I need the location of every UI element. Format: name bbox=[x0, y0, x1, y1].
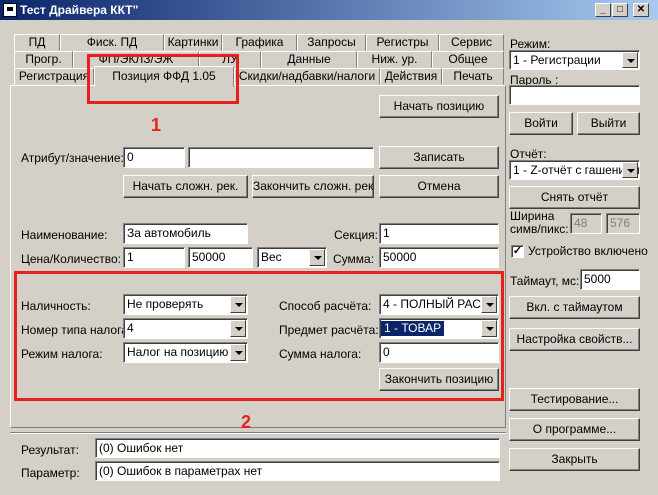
name-input[interactable]: За автомобиль bbox=[123, 223, 248, 244]
tab-progr[interactable]: Прогр. bbox=[14, 51, 73, 68]
result-field: (0) Ошибок нет bbox=[95, 438, 500, 458]
close-window-button[interactable]: ✕ bbox=[633, 3, 649, 17]
tab-data[interactable]: Данные bbox=[261, 51, 357, 68]
tab-graphics[interactable]: Графика bbox=[222, 34, 297, 51]
sum-label: Сумма: bbox=[333, 252, 375, 266]
tax-mode-select[interactable]: Налог на позицию bbox=[123, 342, 248, 363]
attr-text-input[interactable] bbox=[188, 147, 374, 168]
tax-sum-input[interactable]: 0 bbox=[379, 342, 499, 363]
tab-pictures[interactable]: Картинки bbox=[164, 34, 222, 51]
maximize-button[interactable]: □ bbox=[612, 3, 628, 17]
calc-subject-select[interactable]: 1 - ТОВАР bbox=[379, 318, 499, 339]
device-on-label: Устройство включено bbox=[528, 244, 648, 258]
calc-method-label: Способ расчёта: bbox=[279, 299, 372, 313]
close-button[interactable]: Закрыть bbox=[509, 448, 640, 471]
login-button[interactable]: Войти bbox=[509, 112, 573, 135]
chevron-down-icon[interactable] bbox=[230, 296, 246, 313]
on-timeout-button[interactable]: Вкл. с таймаутом bbox=[509, 296, 640, 319]
tab-registration[interactable]: Регистрация bbox=[14, 68, 94, 85]
timeout-input[interactable]: 5000 bbox=[580, 269, 640, 290]
width-label-2: симв/пикс: bbox=[510, 222, 569, 236]
end-position-button[interactable]: Закончить позицию bbox=[379, 368, 499, 391]
result-label: Результат: bbox=[21, 443, 79, 457]
test-button[interactable]: Тестирование... bbox=[509, 388, 640, 411]
tax-mode-value: Налог на позицию bbox=[127, 345, 229, 359]
take-report-button[interactable]: Снять отчёт bbox=[509, 186, 640, 209]
chevron-down-icon[interactable] bbox=[309, 249, 325, 266]
tab-requests[interactable]: Запросы bbox=[297, 34, 366, 51]
start-position-button[interactable]: Начать позицию bbox=[379, 95, 499, 118]
quantity-input[interactable]: 50000 bbox=[188, 247, 253, 268]
about-button[interactable]: О программе... bbox=[509, 418, 640, 441]
properties-button[interactable]: Настройка свойств... bbox=[509, 328, 640, 351]
tab-general[interactable]: Общее bbox=[432, 51, 504, 68]
timeout-label: Таймаут, мс: bbox=[510, 274, 580, 288]
start-complex-button[interactable]: Начать сложн. рек. bbox=[123, 175, 248, 198]
window-title: Тест Драйвера ККТ" bbox=[20, 3, 139, 17]
chevron-down-icon[interactable] bbox=[622, 52, 638, 68]
tab-discounts[interactable]: Скидки/надбавки/налоги bbox=[234, 68, 380, 85]
annotation-label-2: 2 bbox=[241, 412, 252, 432]
report-select[interactable]: 1 - Z-отчёт с гашением bbox=[509, 160, 640, 180]
calc-method-select[interactable]: 4 - ПОЛНЫЙ РАСЧ bbox=[379, 294, 499, 315]
section-label: Секция: bbox=[334, 228, 378, 242]
width-chars-input[interactable]: 48 bbox=[570, 213, 602, 234]
width-pix-input[interactable]: 576 bbox=[606, 213, 640, 234]
sum-input[interactable]: 50000 bbox=[379, 247, 499, 268]
tax-type-select[interactable]: 4 bbox=[123, 318, 248, 339]
param-label: Параметр: bbox=[21, 466, 80, 480]
tab-pd[interactable]: ПД bbox=[14, 34, 60, 51]
device-on-checkbox[interactable]: ✓ bbox=[511, 245, 524, 258]
app-icon bbox=[3, 3, 17, 17]
chevron-down-icon[interactable] bbox=[230, 320, 246, 337]
tab-service[interactable]: Сервис bbox=[439, 34, 504, 51]
attr-value-input[interactable]: 0 bbox=[123, 147, 185, 168]
minimize-button[interactable]: _ bbox=[595, 3, 611, 17]
unit-select[interactable]: Вес bbox=[257, 247, 327, 268]
title-bar: Тест Драйвера ККТ" bbox=[0, 0, 658, 20]
tab-actions[interactable]: Действия bbox=[380, 68, 442, 85]
tab-print[interactable]: Печать bbox=[442, 68, 504, 85]
tab-registers[interactable]: Регистры bbox=[366, 34, 439, 51]
mode-select[interactable]: 1 - Регистрации bbox=[509, 50, 640, 70]
cash-value: Не проверять bbox=[127, 297, 204, 311]
report-value: 1 - Z-отчёт с гашением bbox=[513, 163, 640, 177]
unit-value: Вес bbox=[261, 250, 282, 264]
chevron-down-icon[interactable] bbox=[481, 296, 497, 313]
param-field: (0) Ошибок в параметрах нет bbox=[95, 461, 500, 481]
calc-method-value: 4 - ПОЛНЫЙ РАСЧ bbox=[383, 297, 489, 311]
attr-label: Атрибут/значение: bbox=[21, 151, 124, 165]
tax-sum-label: Сумма налога: bbox=[279, 347, 362, 361]
price-input[interactable]: 1 bbox=[123, 247, 185, 268]
tax-type-value: 4 bbox=[127, 321, 134, 335]
cancel-button[interactable]: Отмена bbox=[379, 175, 499, 198]
section-input[interactable]: 1 bbox=[379, 223, 499, 244]
logout-button[interactable]: Выйти bbox=[577, 112, 640, 135]
name-label: Наименование: bbox=[21, 228, 108, 242]
tab-position-ffd[interactable]: Позиция ФФД 1.05 bbox=[94, 66, 234, 87]
end-complex-button[interactable]: Закончить сложн. рек. bbox=[252, 175, 374, 198]
annotation-label-1: 1 bbox=[151, 115, 162, 135]
tab-fisk-pd[interactable]: Фиск. ПД bbox=[60, 34, 164, 51]
price-label: Цена/Количество: bbox=[21, 252, 121, 266]
tab-low-level[interactable]: Ниж. ур. bbox=[357, 51, 432, 68]
password-input[interactable] bbox=[509, 85, 640, 105]
chevron-down-icon[interactable] bbox=[230, 344, 246, 361]
tax-type-label: Номер типа налога: bbox=[21, 323, 132, 337]
cash-label: Наличность: bbox=[21, 299, 91, 313]
calc-subject-value: 1 - ТОВАР bbox=[381, 321, 445, 336]
chevron-down-icon[interactable] bbox=[622, 162, 638, 178]
divider bbox=[10, 432, 506, 434]
tax-mode-label: Режим налога: bbox=[21, 347, 103, 361]
cash-select[interactable]: Не проверять bbox=[123, 294, 248, 315]
write-button[interactable]: Записать bbox=[379, 146, 499, 169]
mode-value: 1 - Регистрации bbox=[513, 53, 601, 67]
chevron-down-icon[interactable] bbox=[481, 320, 497, 337]
calc-subject-label: Предмет расчёта: bbox=[279, 323, 379, 337]
